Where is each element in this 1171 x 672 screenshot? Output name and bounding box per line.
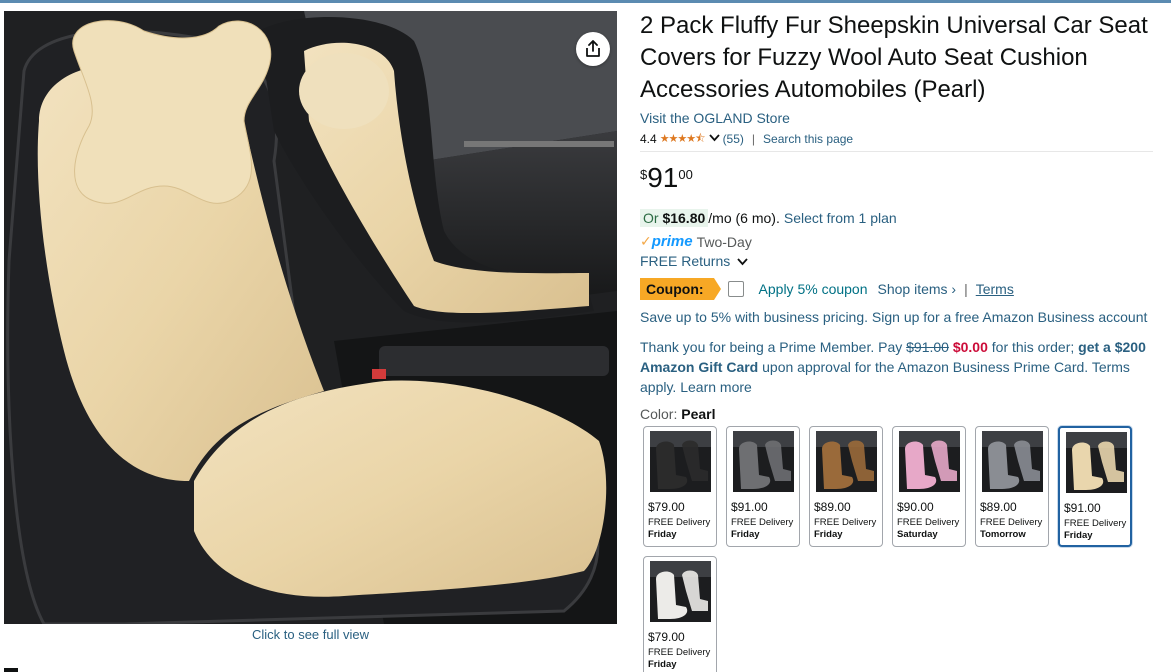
swatch-delivery: FREE Delivery	[648, 647, 711, 658]
full-view-link[interactable]: Click to see full view	[0, 627, 621, 642]
color-swatch-brown[interactable]: $89.00 FREE Delivery Friday	[809, 426, 883, 547]
search-page-link[interactable]: Search this page	[763, 132, 853, 146]
prime-badge: ✓ prime Two-Day	[640, 233, 1155, 250]
terms-link[interactable]: Terms	[976, 281, 1014, 297]
chevron-down-icon[interactable]	[708, 133, 720, 145]
divider: |	[964, 281, 968, 297]
swatch-thumbnail	[1066, 432, 1127, 493]
top-divider	[0, 0, 1171, 3]
free-returns-link[interactable]: FREE Returns	[640, 253, 748, 269]
product-title: 2 Pack Fluffy Fur Sheepskin Universal Ca…	[640, 12, 1148, 103]
divider: |	[751, 132, 756, 146]
coupon-badge: Coupon:	[640, 278, 721, 300]
color-swatch-white[interactable]: $79.00 FREE Delivery Friday	[643, 556, 717, 672]
select-plan-link[interactable]: Select from 1 plan	[784, 210, 897, 226]
color-swatch-black[interactable]: $79.00 FREE Delivery Friday	[643, 426, 717, 547]
color-swatch-pearl[interactable]: $91.00 FREE Delivery Friday	[1058, 426, 1132, 547]
business-pricing-link[interactable]: Save up to 5% with business pricing. Sig…	[640, 309, 1155, 325]
swatch-price: $89.00	[814, 500, 851, 514]
share-icon	[586, 40, 600, 57]
rating-row: 4.4 ★★★★⯪ (55) | Search this page	[640, 131, 1155, 147]
color-swatch-gray[interactable]: $89.00 FREE Delivery Tomorrow	[975, 426, 1049, 547]
swatch-delivery-day: Friday	[814, 529, 843, 540]
swatch-delivery-day: Friday	[731, 529, 760, 540]
prime-logo: prime	[651, 233, 693, 250]
color-label-text: Color:	[640, 406, 682, 422]
monthly-or: Or	[643, 210, 663, 226]
monthly-highlight: Or $16.80	[640, 209, 709, 227]
apply-coupon-label[interactable]: Apply 5% coupon	[759, 281, 868, 297]
share-button[interactable]	[576, 32, 610, 66]
price: $ 91 00	[640, 164, 1155, 194]
swatch-price: $91.00	[1064, 501, 1101, 515]
two-day-label: Two-Day	[696, 233, 752, 250]
swatch-delivery: FREE Delivery	[731, 517, 794, 528]
swatch-price: $79.00	[648, 630, 685, 644]
free-returns-label: FREE Returns	[640, 253, 731, 269]
rating-count-link[interactable]: (55)	[723, 132, 744, 146]
swatch-delivery: FREE Delivery	[814, 517, 877, 528]
swatch-delivery: FREE Delivery	[1064, 518, 1127, 529]
star-rating-icon[interactable]: ★★★★⯪	[660, 130, 706, 149]
chevron-down-icon	[737, 258, 748, 266]
swatch-thumbnail	[899, 431, 960, 492]
coupon-row: Coupon: Apply 5% coupon Shop items › | T…	[640, 278, 1155, 300]
swatch-delivery-day: Friday	[1064, 530, 1093, 541]
selected-color: Pearl	[681, 406, 716, 422]
section-divider	[640, 151, 1153, 152]
shop-items-link[interactable]: Shop items ›	[878, 281, 957, 297]
swatch-thumbnail	[733, 431, 794, 492]
swatch-delivery: FREE Delivery	[897, 517, 960, 528]
swatch-thumbnail	[816, 431, 877, 492]
swatch-delivery: FREE Delivery	[980, 517, 1043, 528]
swatch-delivery-day: Saturday	[897, 529, 938, 540]
price-symbol: $	[640, 167, 648, 182]
rating-value: 4.4	[640, 132, 657, 146]
coupon-checkbox[interactable]	[727, 281, 744, 297]
price-fraction: 00	[678, 167, 693, 182]
color-label: Color: Pearl	[640, 406, 1155, 422]
swatch-thumbnail	[650, 431, 711, 492]
prime-card-offer: Thank you for being a Prime Member. Pay …	[640, 337, 1155, 397]
color-swatch-pink[interactable]: $90.00 FREE Delivery Saturday	[892, 426, 966, 547]
swatch-price: $90.00	[897, 500, 934, 514]
main-product-image[interactable]	[4, 11, 617, 624]
color-swatch-gray-black[interactable]: $91.00 FREE Delivery Friday	[726, 426, 800, 547]
monthly-amount: $16.80	[662, 210, 706, 226]
cropped-text-fragment	[4, 664, 28, 672]
swatch-delivery-day: Friday	[648, 659, 677, 670]
swatch-price: $91.00	[731, 500, 768, 514]
swatch-delivery-day: Tomorrow	[980, 529, 1026, 540]
product-info: 2 Pack Fluffy Fur Sheepskin Universal Ca…	[640, 10, 1155, 422]
offer-text: for this order;	[987, 339, 1079, 355]
swatch-delivery-day: Friday	[648, 529, 677, 540]
swatch-thumbnail	[982, 431, 1043, 492]
offer-text: Thank you for being a Prime Member. Pay	[640, 339, 907, 355]
store-link[interactable]: Visit the OGLAND Store	[640, 110, 790, 126]
swatch-delivery: FREE Delivery	[648, 517, 711, 528]
swatch-price: $79.00	[648, 500, 685, 514]
swatch-thumbnail	[650, 561, 711, 622]
new-price: $0.00	[952, 339, 988, 355]
car-seat-photo	[4, 11, 617, 624]
monthly-payment: Or $16.80 /mo (6 mo). Select from 1 plan	[640, 209, 1155, 227]
swatch-price: $89.00	[980, 500, 1017, 514]
price-whole: 91	[647, 162, 679, 193]
monthly-period: /mo (6 mo).	[708, 210, 780, 226]
prime-check-icon: ✓	[640, 233, 652, 249]
old-price: $91.00	[906, 339, 949, 355]
